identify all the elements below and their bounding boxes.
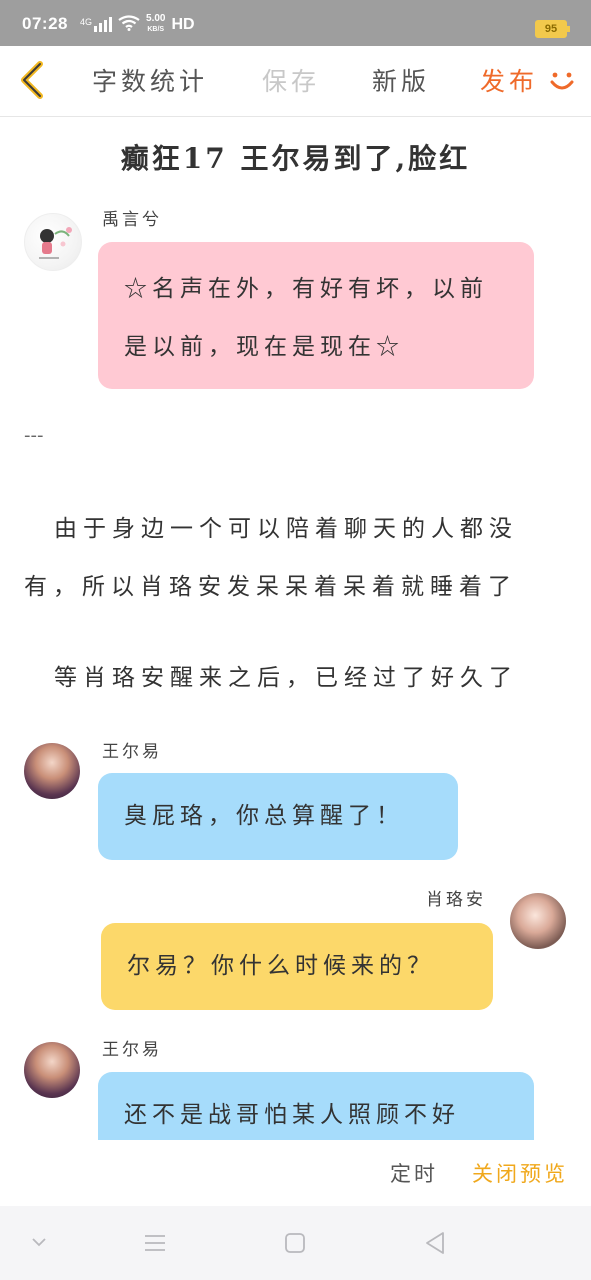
editor-toolbar: 字数统计 保存 新版 发布 — [0, 46, 591, 117]
speaker-name: 禹言兮 — [102, 210, 162, 230]
chat-bubble-text: ☆名声在外，有好有坏，以前是以前，现在是现在☆ — [124, 276, 488, 360]
close-preview-button[interactable]: 关闭预览 — [472, 1158, 568, 1188]
narration-paragraph: 由于身边一个可以陪着聊天的人都没有，所以肖珞安发呆呆着呆着就睡着了 — [24, 516, 518, 600]
back-triangle-icon[interactable] — [424, 1230, 446, 1256]
system-nav-bar — [0, 1206, 591, 1280]
publish-button[interactable]: 发布 — [480, 62, 538, 98]
chat-bubble: ☆名声在外，有好有坏，以前是以前，现在是现在☆ — [98, 242, 534, 389]
preview-actions: 定时 关闭预览 — [0, 1140, 591, 1204]
net-speed-unit: KB/S — [147, 26, 165, 33]
net-speed: 5.00 KB/S — [146, 14, 165, 35]
menu-icon[interactable] — [144, 1230, 166, 1256]
avatar[interactable] — [24, 743, 80, 799]
status-icons: 4G 5.00 KB/S HD — [80, 14, 195, 35]
status-time: 07:28 — [22, 14, 68, 33]
smile-icon — [550, 72, 574, 90]
narration-paragraph: 等肖珞安醒来之后，已经过了好久了 — [54, 665, 518, 691]
back-arrow-icon[interactable] — [14, 60, 48, 100]
chat-bubble-text: 臭屁珞，你总算醒了！ — [124, 803, 404, 829]
avatar[interactable] — [510, 893, 566, 949]
chevron-down-icon[interactable] — [30, 1230, 48, 1256]
status-bar: 07:28 4G 5.00 KB/S HD 95 — [0, 0, 591, 46]
chat-bubble: 还不是战哥怕某人照顾不好 — [98, 1072, 534, 1140]
net-speed-value: 5.00 — [146, 13, 166, 24]
chapter-title: 癫狂17 王尔易到了,脸红 — [120, 142, 471, 175]
speaker-name: 王尔易 — [102, 1040, 162, 1060]
avatar-illustration — [39, 227, 72, 259]
speaker-name: 王尔易 — [102, 742, 162, 762]
speaker-name: 肖珞安 — [426, 890, 486, 910]
new-version-button[interactable]: 新版 — [372, 62, 430, 98]
save-button[interactable]: 保存 — [262, 62, 320, 98]
avatar[interactable] — [24, 213, 82, 271]
avatar[interactable] — [24, 1042, 80, 1098]
timer-button[interactable]: 定时 — [390, 1158, 438, 1188]
chat-bubble: 尔易？你什么时候来的？ — [101, 923, 493, 1010]
hd-label: HD — [171, 15, 195, 33]
signal-icon: 4G — [80, 17, 113, 32]
home-square-icon[interactable] — [284, 1230, 306, 1256]
chat-bubble-text: 还不是战哥怕某人照顾不好 — [124, 1102, 460, 1128]
signal-label: 4G — [80, 17, 93, 27]
word-count-button[interactable]: 字数统计 — [92, 62, 208, 98]
chapter-preview[interactable]: 癫狂17 王尔易到了,脸红 禹言兮 ☆名声在外，有好有坏，以前是以前，现在是现在… — [0, 117, 591, 1140]
battery-icon: 95 — [535, 20, 570, 38]
battery-level: 95 — [544, 23, 558, 35]
chat-bubble: 臭屁珞，你总算醒了！ — [98, 773, 458, 860]
wifi-icon — [118, 15, 140, 34]
chat-bubble-text: 尔易？你什么时候来的？ — [127, 953, 435, 979]
divider: --- — [24, 425, 44, 446]
